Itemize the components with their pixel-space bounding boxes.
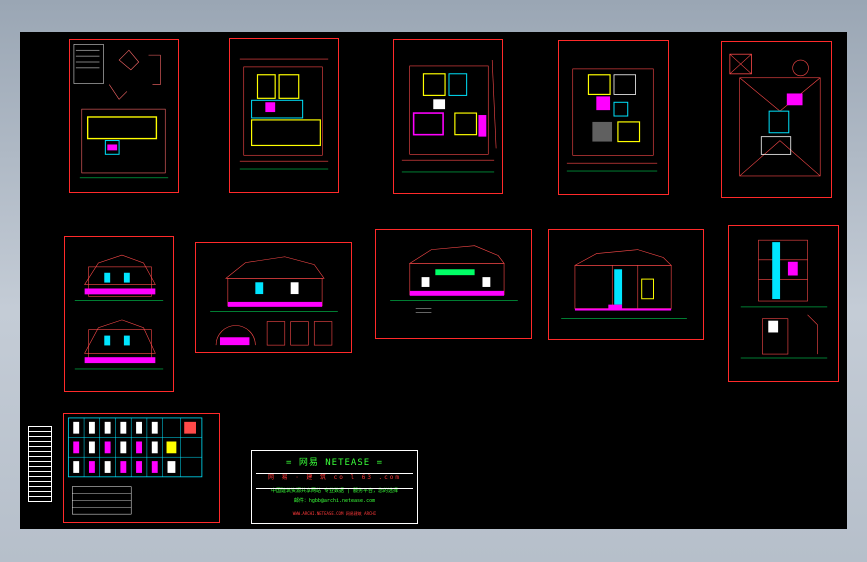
title-block-footer: WWW.ARCHI.NETEASE.COM 网易建筑 ARCHI: [292, 511, 377, 516]
elevations-sheet-1[interactable]: [64, 236, 174, 392]
roof-plan-sheet[interactable]: [721, 41, 832, 198]
door-window-schedule-sheet[interactable]: [63, 413, 220, 523]
section-sheet[interactable]: [728, 225, 839, 382]
title-block-description: 中国建筑资源共享网站 专业数据 | 服务平台，您的选择: [270, 488, 399, 494]
site-plan-sheet[interactable]: [69, 39, 179, 193]
first-floor-plan-sheet[interactable]: [393, 39, 503, 194]
title-block-brand: = 网易 NETEASE =: [285, 458, 384, 468]
elevations-sheet-4[interactable]: [548, 229, 704, 340]
title-block-email: 邮件：hgbb@archi.netease.com: [293, 498, 376, 504]
layer-legend-table: [28, 426, 52, 502]
title-block: = 网易 NETEASE = 网 易 · 建 筑 co l 63 .com 中国…: [251, 450, 418, 524]
ground-floor-plan-sheet[interactable]: [229, 38, 339, 193]
title-block-site: 网 易 · 建 筑 co l 63 .com: [267, 474, 402, 481]
second-floor-plan-sheet[interactable]: [558, 40, 669, 195]
elevations-sheet-3[interactable]: [375, 229, 532, 339]
cad-model-space-canvas[interactable]: = 网易 NETEASE = 网 易 · 建 筑 co l 63 .com 中国…: [20, 32, 847, 529]
elevations-sheet-2[interactable]: [195, 242, 352, 353]
